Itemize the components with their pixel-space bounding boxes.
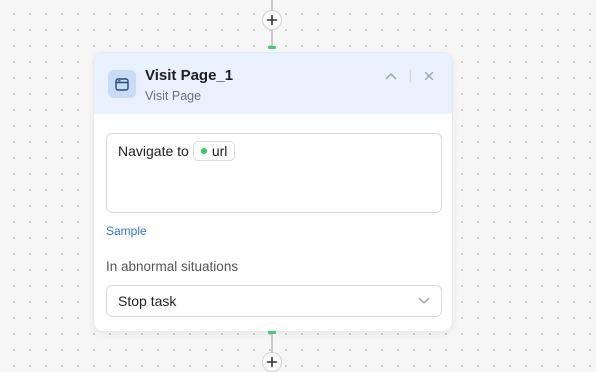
abnormal-situation-select[interactable]: Stop task bbox=[106, 285, 442, 317]
input-port[interactable] bbox=[268, 46, 276, 49]
node-header: Visit Page_1 Visit Page bbox=[94, 53, 452, 114]
variable-chip-url[interactable]: url bbox=[192, 141, 236, 161]
close-icon bbox=[424, 71, 434, 81]
plus-icon bbox=[266, 356, 278, 368]
variable-dot bbox=[200, 148, 207, 154]
close-button[interactable] bbox=[420, 67, 438, 85]
plus-icon bbox=[266, 14, 278, 26]
connector-line-bottom bbox=[271, 334, 273, 352]
connector-line-top bbox=[271, 0, 273, 10]
variable-name: url bbox=[211, 142, 228, 159]
chevron-up-icon bbox=[385, 73, 397, 80]
node-subtitle: Visit Page bbox=[145, 89, 202, 103]
connector-line-top-lower bbox=[271, 30, 273, 46]
visit-page-node[interactable]: Visit Page_1 Visit Page Navigate to url … bbox=[93, 52, 453, 332]
sample-link[interactable]: Sample bbox=[106, 224, 147, 238]
instruction-prefix: Navigate to bbox=[118, 143, 189, 159]
browser-window-icon bbox=[108, 70, 136, 98]
chevron-down-icon bbox=[418, 297, 430, 304]
instruction-editor[interactable]: Navigate to url bbox=[106, 133, 442, 213]
collapse-button[interactable] bbox=[382, 67, 400, 85]
node-title: Visit Page_1 bbox=[145, 67, 234, 84]
add-step-button-bottom[interactable] bbox=[262, 352, 282, 372]
abnormal-situations-label: In abnormal situations bbox=[106, 259, 239, 274]
header-divider bbox=[410, 70, 411, 82]
abnormal-situation-value: Stop task bbox=[118, 293, 177, 309]
add-step-button-top[interactable] bbox=[262, 10, 282, 30]
